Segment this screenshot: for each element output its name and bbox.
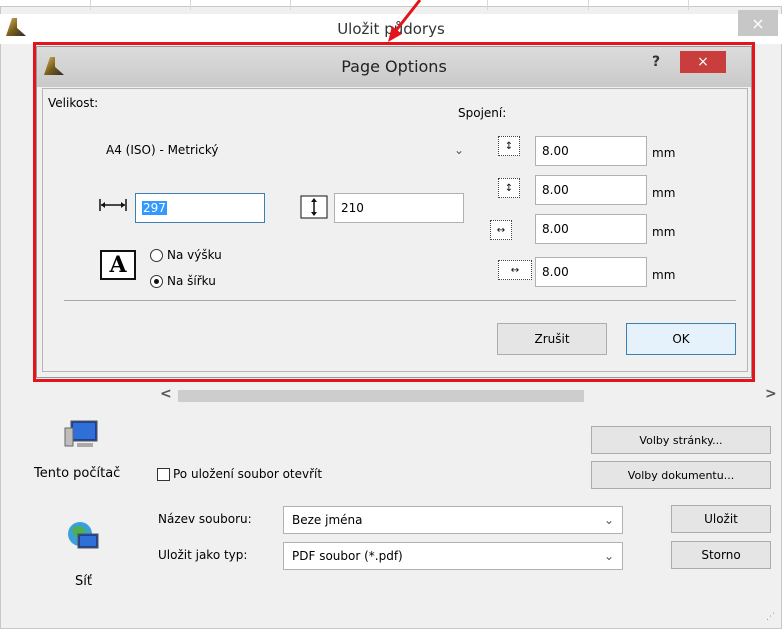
width-input[interactable]: 297 [135, 193, 265, 223]
dialog-separator [64, 300, 736, 301]
height-icon [300, 195, 328, 219]
right-margin-value: 8.00 [542, 265, 569, 279]
chevron-down-icon[interactable]: ⌄ [604, 513, 614, 527]
file-name-value: Beze jména [292, 513, 363, 527]
cancel-button[interactable]: Storno [671, 541, 771, 569]
document-options-button[interactable]: Volby dokumentu... [591, 461, 771, 489]
page-orientation-icon: A [100, 250, 136, 280]
margins-label: Spojení: [458, 106, 507, 120]
bottom-margin-value: 8.00 [542, 183, 569, 197]
scroll-left-button[interactable]: < [160, 386, 172, 402]
bottom-margin-icon: ↕ [498, 178, 520, 198]
dialog-cancel-button[interactable]: Zrušit [497, 323, 607, 355]
paper-size-value: A4 (ISO) - Metrický [106, 143, 219, 157]
network-label[interactable]: Síť [75, 574, 92, 589]
top-margin-input[interactable]: 8.00 [535, 136, 647, 166]
dialog-ok-button[interactable]: OK [626, 323, 736, 355]
bottom-margin-input[interactable]: 8.00 [535, 175, 647, 205]
right-margin-icon: ↔ [498, 260, 532, 280]
header-divider [90, 0, 91, 10]
horizontal-scrollbar-thumb[interactable] [178, 390, 584, 402]
bottom-margin-unit: mm [652, 186, 676, 200]
help-button[interactable]: ? [652, 54, 660, 70]
dialog-close-button[interactable]: × [680, 51, 726, 73]
header-divider [588, 0, 589, 10]
header-divider [290, 0, 291, 10]
header-divider [487, 0, 488, 10]
width-icon [99, 199, 127, 211]
top-margin-icon: ↕ [498, 136, 520, 156]
paper-size-select[interactable]: A4 (ISO) - Metrický ⌄ [98, 138, 472, 162]
file-name-input[interactable]: Beze jména ⌄ [283, 506, 623, 534]
file-type-value: PDF soubor (*.pdf) [292, 549, 403, 563]
portrait-label: Na výšku [167, 248, 222, 262]
header-divider [190, 0, 191, 10]
open-after-save-checkbox[interactable]: Po uložení soubor otevřít [157, 467, 322, 481]
dialog-title: Page Options [341, 57, 447, 76]
file-type-select[interactable]: PDF soubor (*.pdf) ⌄ [283, 542, 623, 570]
scroll-right-button[interactable]: > [765, 386, 777, 402]
annotation-arrow-icon [388, 0, 422, 42]
portrait-radio-circle[interactable] [150, 248, 163, 262]
size-label: Velikost: [48, 96, 99, 110]
landscape-label: Na šířku [167, 274, 216, 288]
header-divider [688, 0, 689, 10]
landscape-radio[interactable]: Na šířku [150, 274, 216, 288]
top-margin-value: 8.00 [542, 144, 569, 158]
portrait-radio[interactable]: Na výšku [150, 248, 222, 262]
outer-close-button[interactable]: × [738, 10, 778, 36]
chevron-down-icon: ⌄ [453, 143, 464, 157]
chevron-down-icon[interactable]: ⌄ [604, 549, 614, 563]
page-options-button[interactable]: Volby stránky... [591, 426, 771, 454]
page-orientation-letter: A [109, 252, 127, 278]
open-after-save-label: Po uložení soubor otevřít [173, 467, 323, 481]
resize-grip-icon[interactable]: ⋰ [766, 612, 775, 622]
this-pc-label[interactable]: Tento počítač [34, 466, 120, 481]
height-value: 210 [341, 201, 364, 215]
height-input[interactable]: 210 [334, 193, 464, 223]
left-margin-input[interactable]: 8.00 [535, 214, 647, 244]
computer-icon[interactable] [63, 418, 101, 450]
left-margin-value: 8.00 [542, 222, 569, 236]
save-button[interactable]: Uložit [671, 505, 771, 533]
right-margin-unit: mm [652, 268, 676, 282]
file-name-label: Název souboru: [158, 512, 252, 526]
network-icon[interactable] [64, 520, 102, 552]
right-margin-input[interactable]: 8.00 [535, 257, 647, 287]
landscape-radio-circle[interactable] [150, 274, 163, 288]
left-margin-unit: mm [652, 225, 676, 239]
open-after-save-box[interactable] [157, 467, 170, 481]
left-margin-icon: ↔ [490, 220, 512, 240]
file-type-label: Uložit jako typ: [158, 548, 248, 562]
top-margin-unit: mm [652, 146, 676, 160]
width-value: 297 [142, 201, 167, 215]
